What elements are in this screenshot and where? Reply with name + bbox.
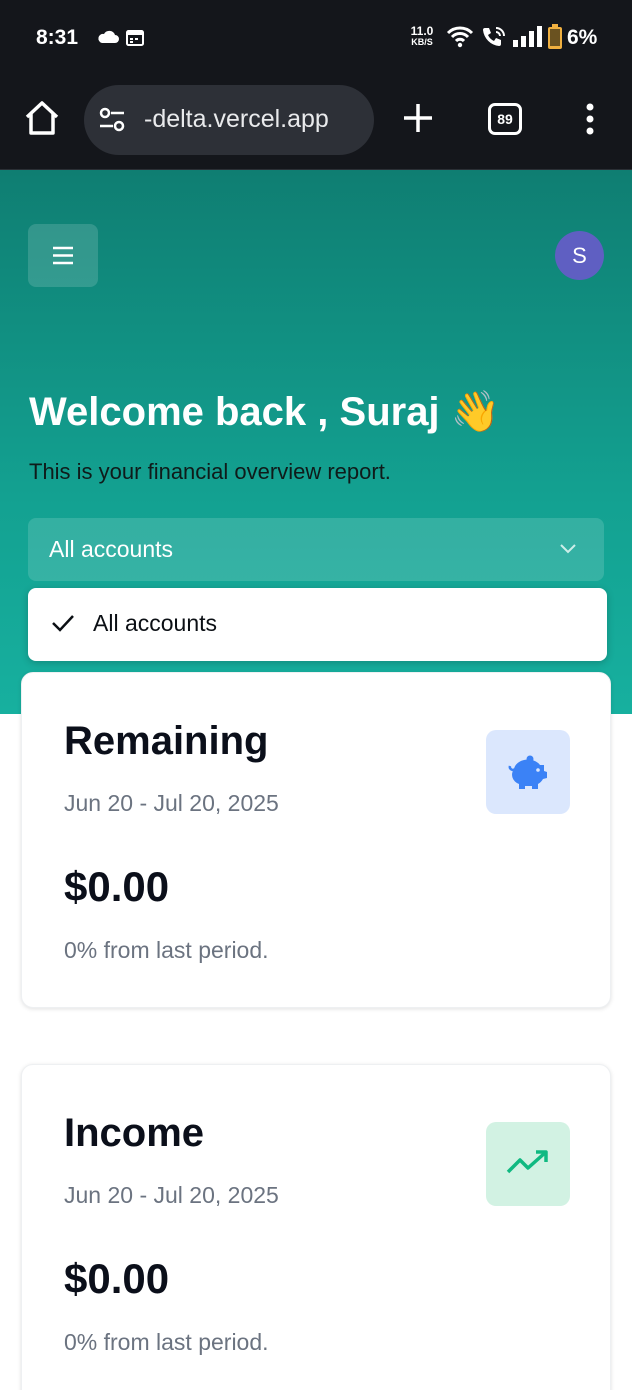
battery-icon <box>548 24 562 49</box>
card-title: Income <box>64 1111 205 1155</box>
network-speed-unit: KB/S <box>411 37 433 47</box>
status-time: 8:31 <box>36 26 79 49</box>
remaining-card: Remaining Jun 20 - Jul 20, 2025 $0.00 0%… <box>21 672 611 1008</box>
chevron-down-icon <box>560 544 576 554</box>
tab-switcher-button[interactable]: 89 <box>488 103 522 135</box>
card-date-range: Jun 20 - Jul 20, 2025 <box>64 790 279 816</box>
dropdown-option-label: All accounts <box>93 610 218 636</box>
icon-badge <box>486 730 570 814</box>
piggy-bank-icon <box>508 755 547 789</box>
wifi-icon <box>446 26 474 48</box>
card-change: 0% from last period. <box>64 1329 269 1355</box>
status-bar: 8:31 11.0 KB/S 6% <box>0 0 632 78</box>
card-title: Remaining <box>64 719 269 763</box>
avatar[interactable]: S <box>555 231 604 280</box>
hamburger-icon <box>53 246 73 265</box>
trending-up-icon <box>506 1150 548 1174</box>
account-select-value: All accounts <box>49 536 174 562</box>
welcome-heading: Welcome back , Suraj 👋 <box>29 390 501 434</box>
account-dropdown-menu: All accounts <box>28 588 607 661</box>
more-vert-icon[interactable] <box>578 102 602 136</box>
network-speed: 11.0 KB/S <box>406 24 438 48</box>
url-text: -delta.vercel.app <box>144 105 329 133</box>
wifi-call-icon <box>483 27 505 46</box>
calendar-icon <box>126 30 144 46</box>
menu-button[interactable] <box>28 224 98 287</box>
card-amount: $0.00 <box>64 863 170 910</box>
cloud-icon <box>98 30 119 43</box>
card-amount: $0.00 <box>64 1255 170 1302</box>
plus-icon[interactable] <box>400 100 436 136</box>
address-bar[interactable]: -delta.vercel.app <box>84 85 374 155</box>
home-icon[interactable] <box>22 98 62 138</box>
income-card: Income Jun 20 - Jul 20, 2025 $0.00 0% fr… <box>21 1064 611 1390</box>
site-settings-icon[interactable] <box>98 107 126 133</box>
network-speed-value: 11.0 <box>410 24 434 38</box>
card-change: 0% from last period. <box>64 937 269 963</box>
check-icon <box>52 615 74 632</box>
signal-icon <box>513 26 542 47</box>
account-select[interactable]: All accounts <box>28 518 604 581</box>
icon-badge <box>486 1122 570 1206</box>
card-date-range: Jun 20 - Jul 20, 2025 <box>64 1182 279 1208</box>
browser-toolbar: -delta.vercel.app 89 <box>0 78 632 170</box>
welcome-subtitle: This is your financial overview report. <box>29 459 391 484</box>
battery-percent: 6% <box>567 26 598 49</box>
